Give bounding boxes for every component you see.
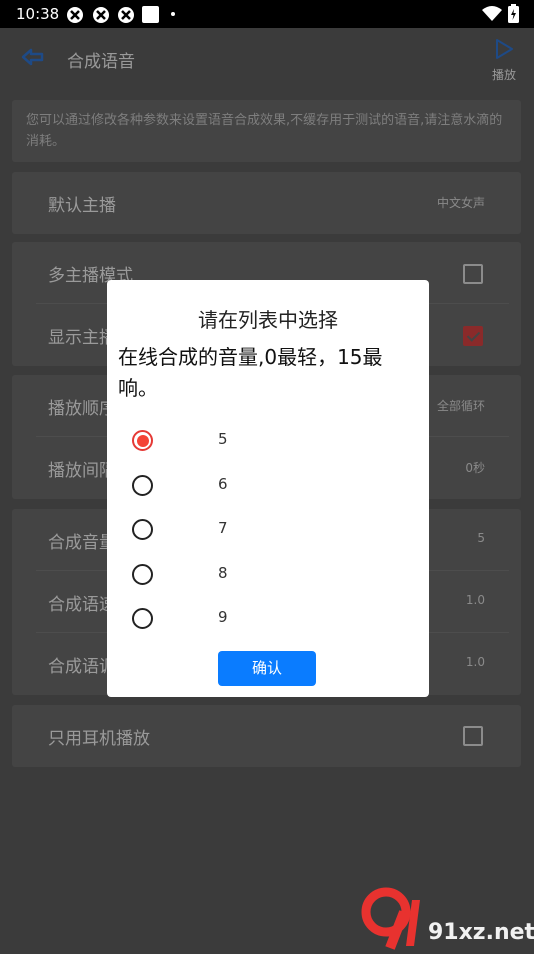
notification-app-icon xyxy=(93,7,109,23)
setting-value: 全部循环 xyxy=(436,399,485,413)
status-time: 10:38 xyxy=(16,5,60,23)
option-item[interactable]: 7 xyxy=(107,507,429,551)
radio-unselected[interactable] xyxy=(132,564,153,585)
setting-label: 合成语调 xyxy=(48,657,116,677)
description-text: 您可以通过修改各种参数来设置语音合成效果,不缓存用于测试的语音,请注意水滴的消耗… xyxy=(12,100,521,162)
setting-value: 0秒 xyxy=(465,461,485,475)
confirm-button[interactable]: 确认 xyxy=(218,651,316,686)
select-dialog: 请在列表中选择 在线合成的音量,0最轻，15最响。 5 6 7 8 9 确认 xyxy=(107,280,429,697)
option-label: 8 xyxy=(218,564,228,582)
wifi-icon xyxy=(482,6,502,21)
setting-value: 中文女声 xyxy=(436,196,485,210)
watermark-logo: 91xz.net xyxy=(360,886,534,950)
play-button[interactable]: 播放 xyxy=(484,38,524,83)
multi-voice-checkbox[interactable] xyxy=(463,264,483,284)
radio-unselected[interactable] xyxy=(132,519,153,540)
radio-unselected[interactable] xyxy=(132,475,153,496)
setting-default-voice[interactable]: 默认主播 中文女声 xyxy=(12,172,521,234)
radio-selected[interactable] xyxy=(132,430,153,451)
option-item[interactable]: 5 xyxy=(107,418,429,462)
watermark-text: 91xz.net xyxy=(428,920,534,945)
play-icon xyxy=(496,39,513,59)
battery-charging-icon xyxy=(508,4,519,23)
show-voice-checkbox[interactable] xyxy=(463,326,483,346)
page-title: 合成语音 xyxy=(67,52,135,72)
option-item[interactable]: 6 xyxy=(107,463,429,507)
option-item[interactable]: 9 xyxy=(107,596,429,640)
back-arrow-icon[interactable] xyxy=(20,46,46,68)
setting-label: 默认主播 xyxy=(48,196,116,216)
status-bar: 10:38 xyxy=(0,0,534,28)
option-label: 7 xyxy=(218,519,228,537)
option-label: 9 xyxy=(218,608,228,626)
setting-value: 5 xyxy=(477,531,485,545)
setting-label: 显示主播 xyxy=(48,328,116,348)
more-notifications-dot xyxy=(171,12,175,16)
settings-card: 默认主播 中文女声 xyxy=(12,172,521,234)
notification-square-icon xyxy=(142,6,159,23)
setting-label: 播放顺序 xyxy=(48,399,116,419)
option-label: 5 xyxy=(218,430,228,448)
settings-card: 只用耳机播放 xyxy=(12,705,521,767)
notification-app-icon xyxy=(118,7,134,23)
radio-unselected[interactable] xyxy=(132,608,153,629)
dialog-title: 请在列表中选择 xyxy=(198,308,338,332)
setting-value: 1.0 xyxy=(465,655,485,669)
watermark-logo-icon xyxy=(361,887,420,950)
toolbar: 合成语音 播放 xyxy=(0,28,534,96)
setting-value: 1.0 xyxy=(465,593,485,607)
setting-earphone-only[interactable]: 只用耳机播放 xyxy=(12,705,521,767)
setting-label: 只用耳机播放 xyxy=(48,729,150,749)
setting-label: 播放间隔 xyxy=(48,461,116,481)
play-label: 播放 xyxy=(491,68,516,82)
earphone-only-checkbox[interactable] xyxy=(463,726,483,746)
setting-label: 合成音量 xyxy=(48,533,116,553)
option-item[interactable]: 8 xyxy=(107,552,429,596)
option-label: 6 xyxy=(218,475,228,493)
setting-label: 合成语速 xyxy=(48,595,116,615)
dialog-message: 在线合成的音量,0最轻，15最响。 xyxy=(118,345,383,400)
notification-app-icon xyxy=(67,7,83,23)
